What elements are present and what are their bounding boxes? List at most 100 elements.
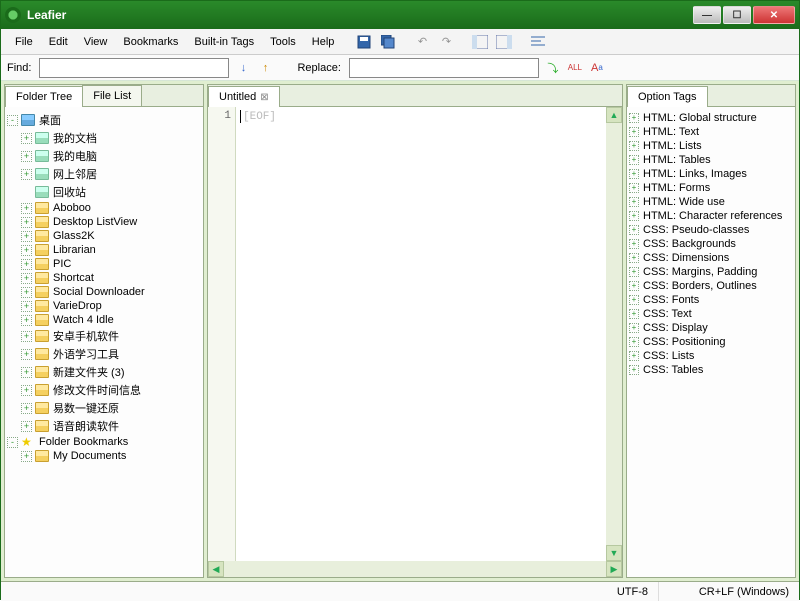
save-all-icon[interactable] [379,33,397,51]
tree-toggle-icon[interactable]: + [21,169,32,180]
tree-toggle-icon[interactable]: + [21,301,32,312]
option-tag-item[interactable]: +CSS: Pseudo-classes [629,223,793,237]
menu-edit[interactable]: Edit [41,32,76,52]
tree-toggle-icon[interactable]: - [7,437,18,448]
horizontal-scrollbar[interactable]: ◀ ▶ [208,561,622,577]
option-toggle-icon[interactable]: + [629,365,639,375]
menu-tools[interactable]: Tools [262,32,304,52]
vertical-scrollbar[interactable]: ▲ ▼ [606,107,622,561]
case-icon[interactable]: Aa [589,60,605,76]
tab-folder-tree[interactable]: Folder Tree [5,86,83,107]
option-tag-item[interactable]: +CSS: Dimensions [629,251,793,265]
option-toggle-icon[interactable]: + [629,309,639,319]
tree-toggle-icon[interactable]: + [21,273,32,284]
tree-toggle-icon[interactable]: + [21,403,32,414]
close-button[interactable]: ✕ [753,6,795,24]
tree-item-14[interactable]: +外语学习工具 [7,345,201,363]
scroll-up-icon[interactable]: ▲ [606,107,622,123]
layout1-icon[interactable] [471,33,489,51]
option-tag-item[interactable]: +HTML: Global structure [629,111,793,125]
option-toggle-icon[interactable]: + [629,113,639,123]
close-tab-icon[interactable]: ⊠ [260,92,268,103]
tree-toggle-icon[interactable]: + [21,203,32,214]
tree-toggle-icon[interactable]: + [21,259,32,270]
find-input[interactable] [39,58,229,78]
tree-toggle-icon[interactable]: + [21,315,32,326]
tree-toggle-icon[interactable]: + [21,217,32,228]
option-toggle-icon[interactable]: + [629,169,639,179]
scroll-left-icon[interactable]: ◀ [208,561,224,577]
tree-toggle-icon[interactable]: + [21,421,32,432]
option-toggle-icon[interactable]: + [629,225,639,235]
option-toggle-icon[interactable]: + [629,351,639,361]
tree-item-16[interactable]: +修改文件时间信息 [7,381,201,399]
option-toggle-icon[interactable]: + [629,197,639,207]
tree-toggle-icon[interactable]: + [21,133,32,144]
maximize-button[interactable]: ☐ [723,6,751,24]
menu-file[interactable]: File [7,32,41,52]
option-tag-item[interactable]: +CSS: Tables [629,363,793,377]
option-toggle-icon[interactable]: + [629,155,639,165]
tree-toggle-icon[interactable]: + [21,151,32,162]
find-next-icon[interactable]: ↑ [257,60,273,76]
tree-item-18[interactable]: +语音朗读软件 [7,417,201,435]
tree-item-5[interactable]: +Desktop ListView [7,215,201,229]
menu-builtin-tags[interactable]: Built-in Tags [186,32,262,52]
option-toggle-icon[interactable]: + [629,211,639,221]
tree-item-13[interactable]: +安卓手机软件 [7,327,201,345]
menu-view[interactable]: View [76,32,116,52]
undo-icon[interactable]: ↶ [413,33,431,51]
tree-toggle-icon[interactable]: - [7,115,18,126]
option-toggle-icon[interactable]: + [629,337,639,347]
tab-option-tags[interactable]: Option Tags [627,86,708,107]
tree-toggle-icon[interactable]: + [21,287,32,298]
tree-item-17[interactable]: +易数一键还原 [7,399,201,417]
scroll-right-icon[interactable]: ▶ [606,561,622,577]
tree-item-12[interactable]: +Watch 4 Idle [7,313,201,327]
replace-all-icon[interactable]: ALL [567,60,583,76]
editor-area[interactable]: 1 [EOF] ▲ ▼ [208,107,622,561]
tree-toggle-icon[interactable]: + [21,349,32,360]
tree-item-0[interactable]: +我的文档 [7,129,201,147]
editor-tab-untitled[interactable]: Untitled ⊠ [208,86,280,107]
option-tag-item[interactable]: +HTML: Forms [629,181,793,195]
option-toggle-icon[interactable]: + [629,295,639,305]
option-tag-item[interactable]: +HTML: Tables [629,153,793,167]
tree-toggle-icon[interactable]: + [21,367,32,378]
tree-toggle-icon[interactable]: + [21,385,32,396]
option-toggle-icon[interactable]: + [629,281,639,291]
tree-root-desktop[interactable]: -桌面 [7,111,201,129]
tree-item-10[interactable]: +Social Downloader [7,285,201,299]
tree-item-4[interactable]: +Aboboo [7,201,201,215]
tree-toggle-icon[interactable]: + [21,245,32,256]
option-tag-item[interactable]: +HTML: Wide use [629,195,793,209]
align-icon[interactable] [529,33,547,51]
option-tag-item[interactable]: +CSS: Display [629,321,793,335]
tree-toggle-icon[interactable]: + [21,231,32,242]
option-toggle-icon[interactable]: + [629,141,639,151]
tree-item-11[interactable]: +VarieDrop [7,299,201,313]
option-toggle-icon[interactable]: + [629,253,639,263]
tree-bookmark-0[interactable]: +My Documents [7,449,201,463]
option-toggle-icon[interactable]: + [629,127,639,137]
save-icon[interactable] [355,33,373,51]
option-tag-item[interactable]: +CSS: Backgrounds [629,237,793,251]
tree-root-bookmarks[interactable]: -★Folder Bookmarks [7,435,201,449]
option-toggle-icon[interactable]: + [629,183,639,193]
option-toggle-icon[interactable]: + [629,267,639,277]
tree-item-8[interactable]: +PIC [7,257,201,271]
menu-bookmarks[interactable]: Bookmarks [115,32,186,52]
tree-item-1[interactable]: +我的电脑 [7,147,201,165]
option-tag-item[interactable]: +CSS: Text [629,307,793,321]
option-tag-item[interactable]: +CSS: Positioning [629,335,793,349]
option-tag-item[interactable]: +HTML: Lists [629,139,793,153]
tree-item-6[interactable]: +Glass2K [7,229,201,243]
option-toggle-icon[interactable]: + [629,323,639,333]
option-tag-item[interactable]: +CSS: Borders, Outlines [629,279,793,293]
tree-item-9[interactable]: +Shortcat [7,271,201,285]
option-tag-item[interactable]: +HTML: Text [629,125,793,139]
option-tag-item[interactable]: +CSS: Fonts [629,293,793,307]
tree-item-15[interactable]: +新建文件夹 (3) [7,363,201,381]
editor-body[interactable]: [EOF] [236,107,606,561]
option-tag-item[interactable]: +CSS: Margins, Padding [629,265,793,279]
